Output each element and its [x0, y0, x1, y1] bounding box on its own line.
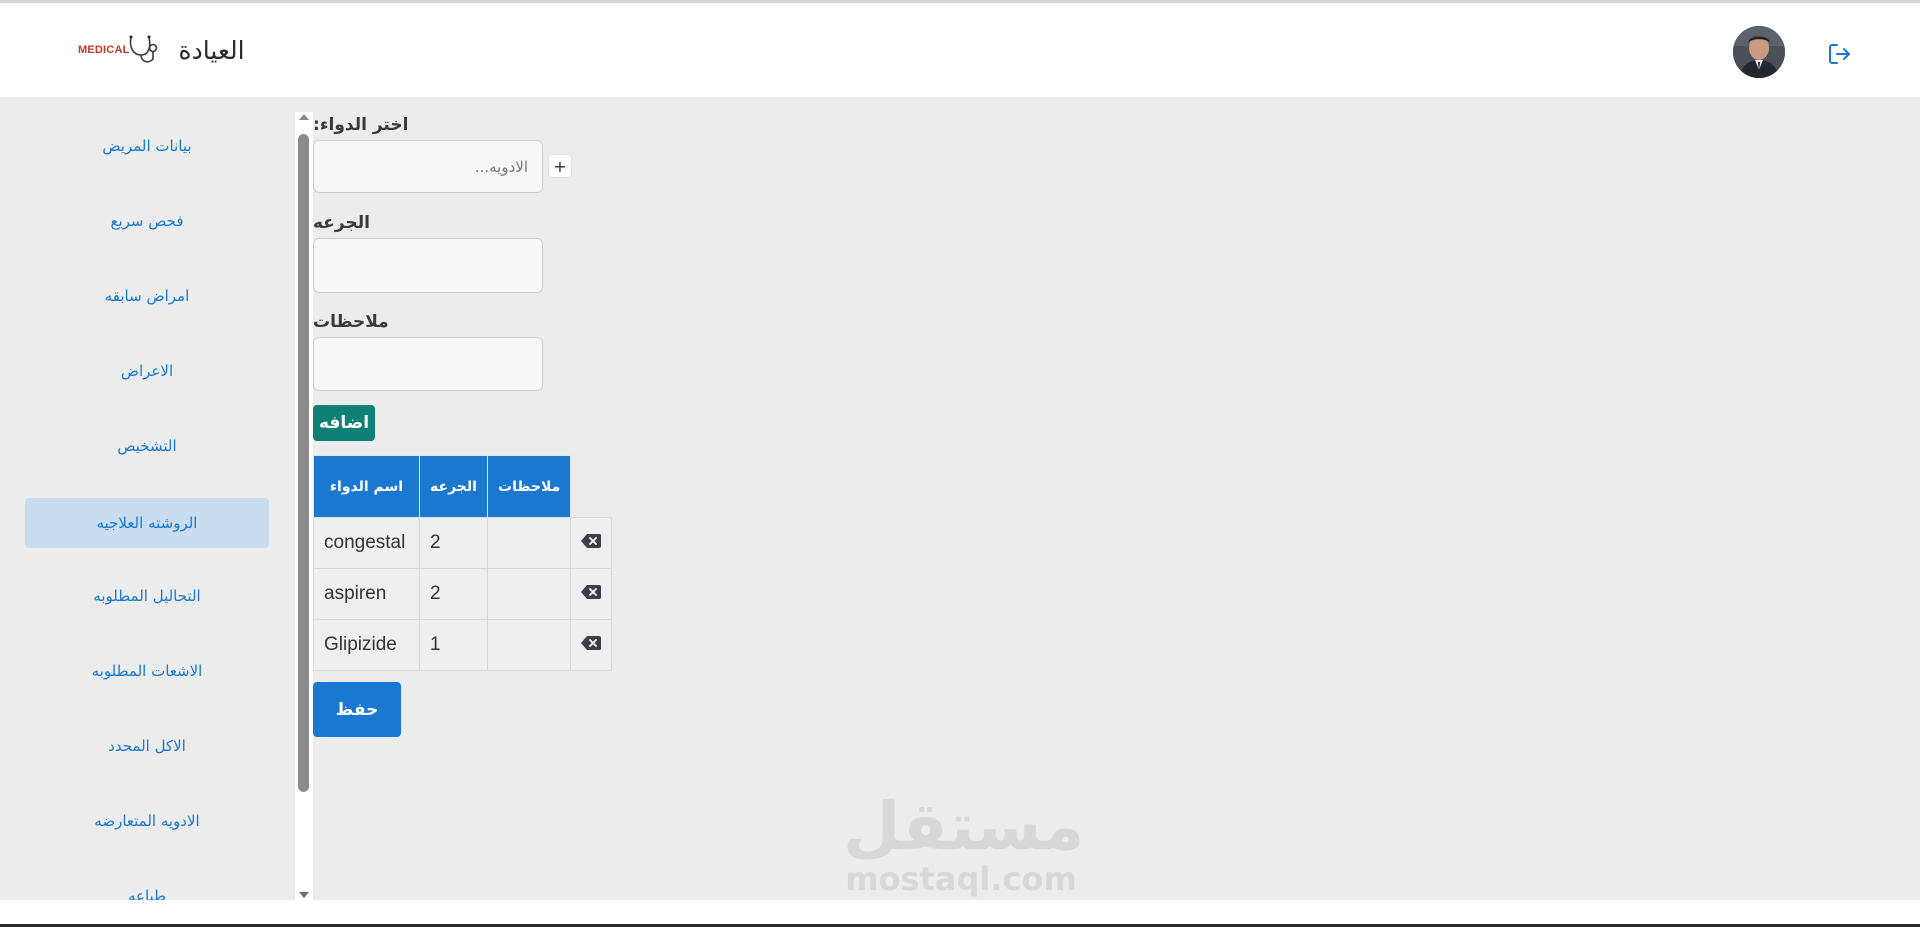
table-row: Glipizide 1 — [313, 619, 613, 671]
sidebar-item-quick-exam[interactable]: فحص سريع — [25, 196, 269, 246]
notes-cell — [486, 517, 572, 569]
drug-name-cell: Glipizide — [313, 619, 420, 671]
table-header-row: اسم الدواء الجرعه ملاحظات — [313, 455, 612, 518]
notes-cell — [486, 568, 572, 620]
backspace-delete-icon[interactable] — [581, 534, 602, 548]
dose-cell: 2 — [419, 517, 488, 569]
watermark: مستقل mostaql.com — [843, 788, 1085, 900]
column-header-actions — [571, 456, 612, 518]
table-row: aspiren 2 — [313, 568, 613, 620]
watermark-latin: mostaql.com — [845, 860, 1077, 898]
backspace-delete-icon[interactable] — [581, 636, 602, 650]
prescription-table: اسم الدواء الجرعه ملاحظات congestal 2 as… — [313, 455, 613, 671]
sidebar-item-prescription[interactable]: الروشته العلاجيه — [25, 498, 269, 548]
column-header-drug-name: اسم الدواء — [313, 455, 420, 518]
sidebar-item-previous-diseases[interactable]: امراض سابقه — [25, 271, 269, 321]
avatar-image — [1733, 26, 1785, 78]
drug-search-input[interactable] — [313, 140, 543, 193]
content-scrollbar[interactable] — [295, 112, 313, 900]
scroll-down-arrow-icon[interactable] — [299, 892, 309, 898]
scrollbar-thumb[interactable] — [298, 134, 309, 792]
sidebar-item-diet[interactable]: الاكل المحدد — [25, 721, 269, 771]
sidebar-item-required-xrays[interactable]: الاشعات المطلوبه — [25, 646, 269, 696]
dose-label: الجرعه — [313, 213, 370, 233]
drug-name-cell: congestal — [313, 517, 420, 569]
sidebar-item-required-tests[interactable]: التحاليل المطلوبه — [25, 571, 269, 621]
brand[interactable]: MEDICAL العيادة — [78, 33, 245, 67]
dose-input[interactable] — [313, 238, 543, 293]
sidebar-item-symptoms[interactable]: الاعراض — [25, 346, 269, 396]
logout-icon[interactable] — [1826, 40, 1854, 68]
watermark-arabic: مستقل — [843, 788, 1085, 865]
column-header-dose: الجرعه — [419, 455, 488, 518]
drug-name-cell: aspiren — [313, 568, 420, 620]
app-title: العيادة — [178, 35, 245, 65]
add-button[interactable]: اضافه — [313, 405, 375, 441]
medical-logo: MEDICAL — [78, 33, 161, 67]
sidebar-item-print[interactable]: طباعه — [25, 871, 269, 900]
notes-input[interactable] — [313, 337, 543, 391]
user-avatar[interactable] — [1733, 26, 1785, 78]
drug-select-label: :اختر الدواء — [313, 115, 409, 135]
table-row: congestal 2 — [313, 517, 613, 569]
sidebar-item-patient-data[interactable]: بيانات المريض — [25, 121, 269, 171]
add-drug-plus-button[interactable]: + — [548, 154, 572, 178]
dose-cell: 1 — [419, 619, 488, 671]
stethoscope-icon — [128, 35, 157, 63]
sidebar-item-conflicting-drugs[interactable]: الادويه المتعارضه — [25, 796, 269, 846]
sidebar-item-diagnosis[interactable]: التشخيص — [25, 421, 269, 471]
sidebar: بيانات المريض فحص سريع امراض سابقه الاعر… — [0, 97, 294, 900]
backspace-delete-icon[interactable] — [581, 585, 602, 599]
top-header: MEDICAL العيادة — [0, 3, 1920, 97]
dose-cell: 2 — [419, 568, 488, 620]
column-header-notes: ملاحظات — [486, 455, 572, 518]
logo-text: MEDICAL — [78, 44, 130, 56]
notes-label: ملاحظات — [313, 312, 389, 332]
save-button[interactable]: حفظ — [313, 682, 401, 737]
bottom-bar — [0, 900, 1920, 927]
prescription-panel: :اختر الدواء + الجرعه ملاحظات اضافه اسم … — [313, 97, 1920, 900]
notes-cell — [486, 619, 572, 671]
scroll-up-arrow-icon[interactable] — [299, 114, 309, 120]
